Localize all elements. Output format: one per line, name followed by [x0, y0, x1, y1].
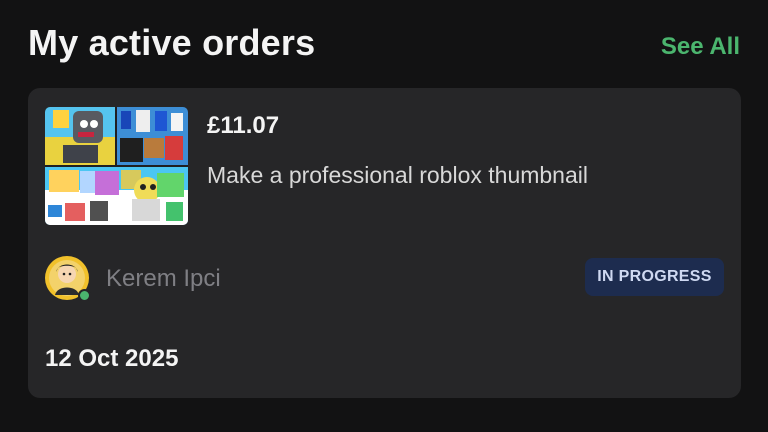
- order-date: 12 Oct 2025: [45, 345, 179, 372]
- status-badge: IN PROGRESS: [585, 258, 724, 296]
- active-orders-page: My active orders See All £11.07 Make a p…: [0, 0, 768, 432]
- order-price: £11.07: [207, 112, 280, 139]
- page-title: My active orders: [28, 22, 316, 63]
- online-status-indicator: [78, 289, 91, 302]
- seller-name[interactable]: Kerem Ipci: [106, 265, 221, 293]
- see-all-link[interactable]: See All: [661, 33, 740, 61]
- order-gig-title: Make a professional roblox thumbnail: [207, 162, 588, 188]
- order-card[interactable]: £11.07 Make a professional roblox thumbn…: [28, 88, 741, 398]
- order-thumbnail[interactable]: [45, 107, 188, 225]
- roblox-thumbnail-icon: [45, 107, 188, 225]
